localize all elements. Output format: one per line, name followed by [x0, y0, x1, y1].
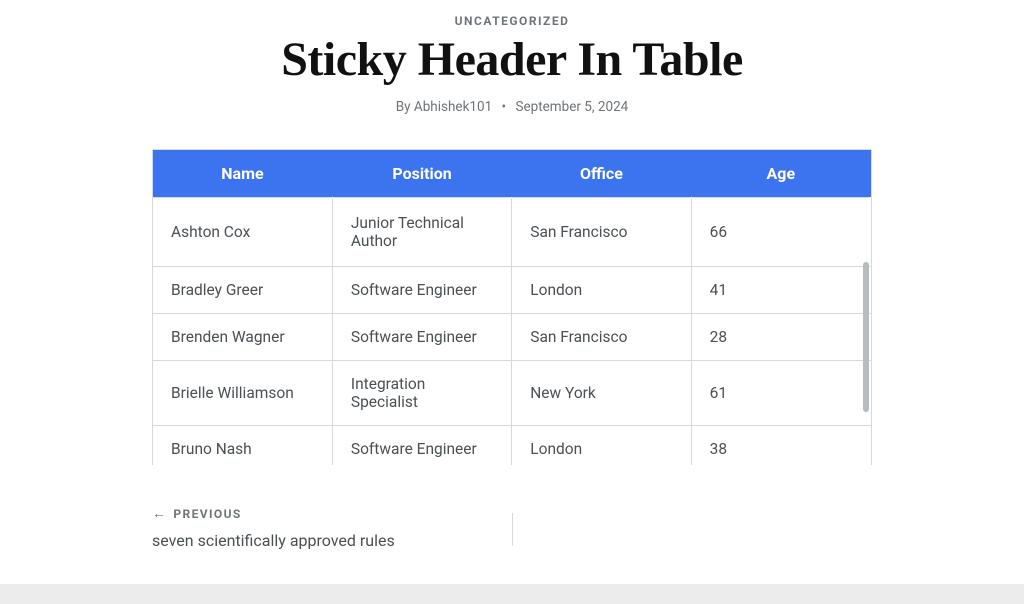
- data-table-container: Name Position Office Age Ashton Cox Juni…: [152, 149, 872, 465]
- col-header-name[interactable]: Name: [153, 150, 332, 198]
- col-header-position[interactable]: Position: [332, 150, 511, 198]
- table-row: Bradley Greer Software Engineer London 4…: [153, 266, 871, 313]
- page-title: Sticky Header In Table: [152, 34, 872, 87]
- previous-post-title: seven scientifically approved rules: [152, 531, 492, 550]
- cell-office: London: [512, 425, 691, 465]
- table-row: Brielle Williamson Integration Specialis…: [153, 360, 871, 425]
- table-row: Ashton Cox Junior Technical Author San F…: [153, 197, 871, 266]
- scrollbar-thumb[interactable]: [863, 262, 869, 412]
- cell-name: Brielle Williamson: [153, 360, 332, 425]
- cell-position: Software Engineer: [332, 266, 511, 313]
- cell-name: Bradley Greer: [153, 266, 332, 313]
- byline-prefix: By: [396, 99, 411, 115]
- cell-name: Ashton Cox: [153, 197, 332, 266]
- cell-age: 61: [691, 360, 870, 425]
- cell-office: New York: [512, 360, 691, 425]
- cell-office: San Francisco: [512, 313, 691, 360]
- cell-age: 38: [691, 425, 870, 465]
- post-category-eyebrow[interactable]: UNCATEGORIZED: [152, 14, 872, 28]
- table-header-row: Name Position Office Age: [153, 150, 871, 198]
- table-scroll-viewport[interactable]: Name Position Office Age Ashton Cox Juni…: [153, 150, 871, 465]
- footer-bar: [0, 584, 1024, 604]
- byline-date: September 5, 2024: [515, 99, 628, 115]
- previous-label: ← PREVIOUS: [152, 507, 492, 521]
- table-row: Bruno Nash Software Engineer London 38: [153, 425, 871, 465]
- data-table: Name Position Office Age Ashton Cox Juni…: [153, 150, 871, 465]
- cell-position: Junior Technical Author: [332, 197, 511, 266]
- byline-separator: •: [502, 99, 507, 115]
- cell-name: Brenden Wagner: [153, 313, 332, 360]
- previous-label-text: PREVIOUS: [173, 507, 241, 521]
- cell-office: London: [512, 266, 691, 313]
- cell-position: Software Engineer: [332, 425, 511, 465]
- post-navigation: ← PREVIOUS seven scientifically approved…: [152, 507, 872, 550]
- byline: By Abhishek101 • September 5, 2024: [152, 99, 872, 115]
- byline-author[interactable]: Abhishek101: [414, 99, 492, 115]
- previous-post-link[interactable]: ← PREVIOUS seven scientifically approved…: [152, 507, 512, 550]
- cell-name: Bruno Nash: [153, 425, 332, 465]
- cell-position: Software Engineer: [332, 313, 511, 360]
- cell-office: San Francisco: [512, 197, 691, 266]
- cell-position: Integration Specialist: [332, 360, 511, 425]
- col-header-age[interactable]: Age: [691, 150, 870, 198]
- cell-age: 28: [691, 313, 870, 360]
- cell-age: 66: [691, 197, 870, 266]
- cell-age: 41: [691, 266, 870, 313]
- arrow-left-icon: ←: [152, 507, 167, 521]
- col-header-office[interactable]: Office: [512, 150, 691, 198]
- table-row: Brenden Wagner Software Engineer San Fra…: [153, 313, 871, 360]
